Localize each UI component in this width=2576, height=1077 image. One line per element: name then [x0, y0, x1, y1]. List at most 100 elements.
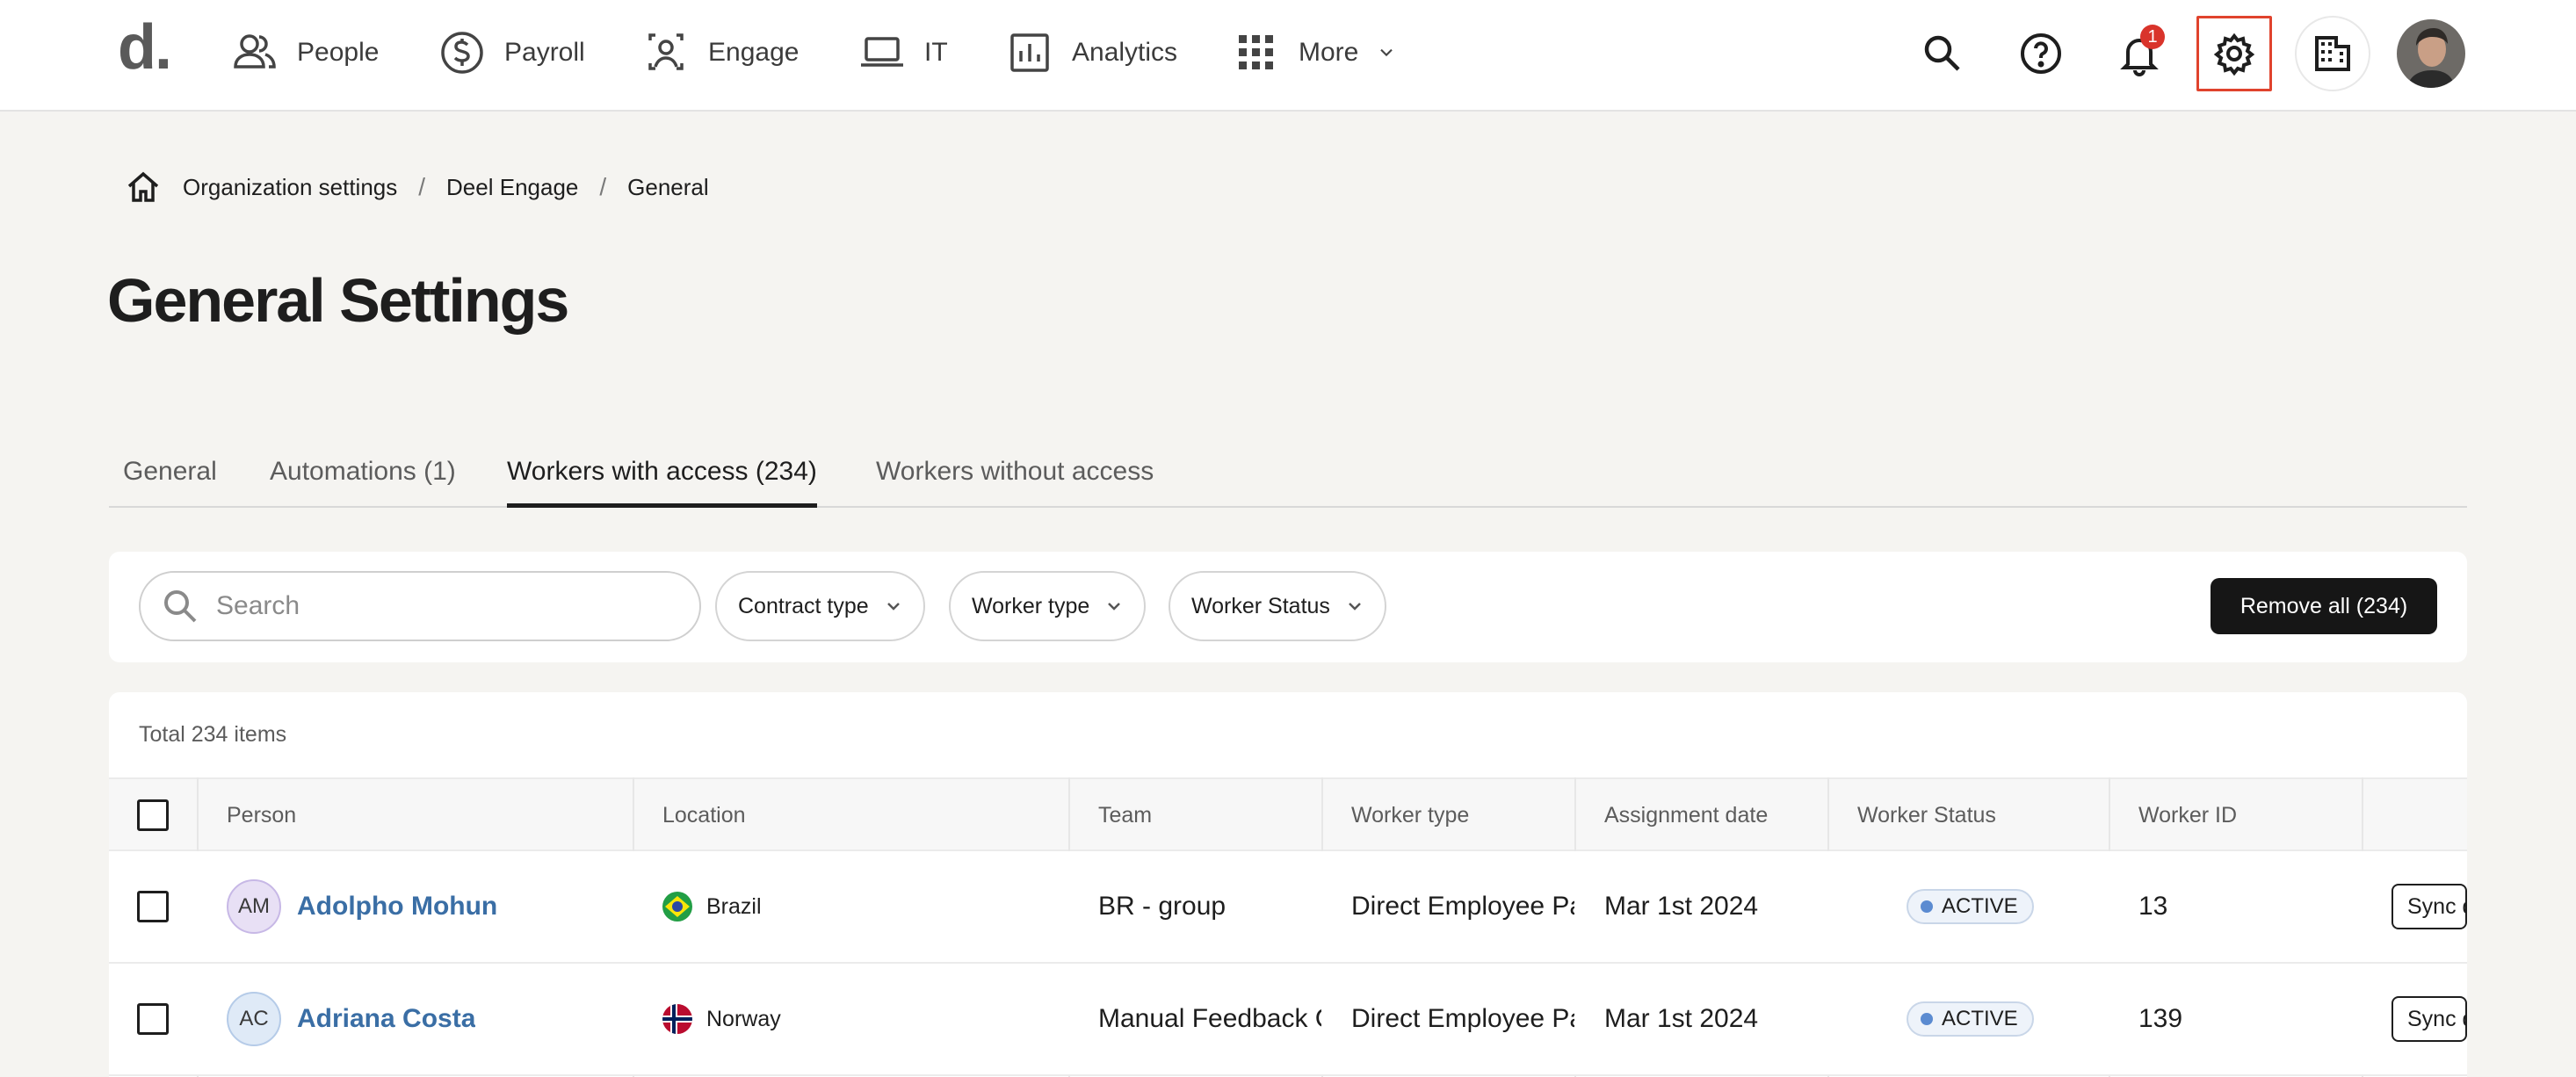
notifications-button[interactable]: 1 — [2102, 16, 2177, 91]
sync-button[interactable]: Sync data — [2391, 884, 2467, 929]
tab-automations[interactable]: Automations (1) — [270, 457, 456, 508]
laptop-icon — [861, 37, 903, 67]
tab-workers-with-access[interactable]: Workers with access (234) — [507, 457, 817, 508]
breadcrumb-item-organization-settings[interactable]: Organization settings — [183, 174, 397, 201]
row-checkbox[interactable] — [137, 1003, 169, 1035]
action-cell: Sync data — [2391, 964, 2467, 1074]
brazil-flag-icon — [662, 892, 692, 922]
breadcrumb-separator: / — [418, 173, 426, 200]
settings-button[interactable] — [2196, 16, 2272, 91]
status-text: ACTIVE — [1942, 1007, 2018, 1030]
settings-tabs: General Automations (1) Workers with acc… — [109, 445, 2467, 508]
team-cell: BR - group — [1098, 892, 1226, 921]
column-header-location[interactable]: Location — [662, 779, 746, 851]
filter-bar: Contract type Worker type Worker Status … — [109, 552, 2467, 662]
workers-table: Total 234 items Person Location Team Wor… — [109, 692, 2467, 1077]
search-input[interactable] — [216, 591, 673, 621]
worker-status-cell: ACTIVE — [1907, 851, 2034, 962]
breadcrumb-item-general: General — [627, 173, 709, 200]
person-name-link[interactable]: Adolpho Mohun — [297, 892, 497, 922]
people-icon — [234, 34, 276, 69]
worker-type-cell: Direct Employee Payroll — [1351, 1004, 1574, 1033]
contract-type-label: Contract type — [738, 593, 869, 618]
home-icon[interactable] — [125, 169, 162, 206]
breadcrumb-separator: / — [599, 173, 607, 200]
assignment-date-cell: Mar 1st 2024 — [1604, 1004, 1759, 1033]
person-cell: AC Adriana Costa — [227, 964, 475, 1074]
breadcrumb: Organization settings / Deel Engage / Ge… — [125, 169, 709, 206]
person-cell: AM Adolpho Mohun — [227, 851, 497, 962]
nav-label-analytics: Analytics — [1072, 38, 1178, 67]
user-photo — [2397, 19, 2465, 88]
status-dot — [1921, 1013, 1933, 1025]
nav-label-engage: Engage — [708, 38, 800, 67]
row-select-cell — [137, 851, 169, 962]
table-row[interactable]: AC Adriana Costa Norway Manual Feedback … — [109, 964, 2467, 1076]
engage-icon — [648, 33, 684, 70]
person-avatar: AC — [227, 992, 281, 1046]
assignment-date-cell: Mar 1st 2024 — [1604, 892, 1759, 921]
location-text: Norway — [706, 1006, 781, 1031]
nav-item-it[interactable]: IT — [857, 0, 948, 105]
person-name-link[interactable]: Adriana Costa — [297, 1004, 475, 1034]
deel-logo[interactable]: d. — [118, 16, 172, 79]
column-header-person[interactable]: Person — [227, 779, 296, 851]
grid-icon — [1239, 35, 1273, 69]
gear-icon — [2213, 33, 2255, 76]
top-navigation-bar: d. People Payroll Engage IT Analytics Mo… — [0, 0, 2576, 112]
worker-status-filter[interactable]: Worker Status — [1169, 571, 1386, 641]
row-select-cell — [137, 964, 169, 1074]
location-cell: Brazil — [662, 851, 762, 962]
status-badge: ACTIVE — [1907, 889, 2034, 924]
nav-label-it: IT — [924, 38, 948, 67]
nav-item-payroll[interactable]: Payroll — [438, 0, 585, 105]
table-row[interactable]: AM Adolpho Mohun Brazil BR - group Direc… — [109, 851, 2467, 964]
user-avatar[interactable] — [2397, 19, 2465, 88]
page-title: General Settings — [107, 266, 569, 335]
help-button[interactable] — [2003, 16, 2079, 91]
table-header: Person Location Team Worker type Assignm… — [109, 777, 2467, 851]
search-icon — [1924, 35, 1960, 71]
select-all-cell — [137, 779, 169, 851]
breadcrumb-item-deel-engage[interactable]: Deel Engage — [446, 174, 578, 201]
team-cell: Manual Feedback Cycle — [1098, 1004, 1321, 1033]
building-icon — [2315, 36, 2350, 71]
nav-label-more: More — [1299, 38, 1359, 67]
status-dot — [1921, 900, 1933, 913]
nav-label-people: People — [297, 38, 380, 67]
norway-flag-icon — [662, 1004, 692, 1034]
column-header-assignment-date[interactable]: Assignment date — [1604, 779, 1768, 851]
search-button[interactable] — [1905, 16, 1980, 91]
status-badge: ACTIVE — [1907, 1001, 2034, 1037]
chevron-down-icon — [1108, 603, 1121, 611]
help-icon — [2021, 33, 2061, 74]
sync-button[interactable]: Sync data — [2391, 996, 2467, 1042]
action-cell: Sync data — [2391, 851, 2467, 962]
chevron-down-icon — [886, 603, 900, 611]
location-cell: Norway — [662, 964, 781, 1074]
column-header-team[interactable]: Team — [1098, 779, 1152, 851]
tab-workers-without-access[interactable]: Workers without access — [876, 457, 1154, 508]
organization-button[interactable] — [2295, 16, 2370, 91]
worker-status-label: Worker Status — [1191, 593, 1330, 618]
search-icon — [164, 590, 197, 623]
worker-type-filter[interactable]: Worker type — [949, 571, 1147, 641]
worker-type-label: Worker type — [972, 593, 1090, 618]
select-all-checkbox[interactable] — [137, 799, 169, 831]
worker-id-cell: 139 — [2138, 1004, 2183, 1033]
total-items-count: Total 234 items — [139, 722, 287, 747]
tab-general[interactable]: General — [123, 457, 217, 508]
nav-item-people[interactable]: People — [230, 0, 379, 105]
contract-type-filter[interactable]: Contract type — [715, 571, 925, 641]
worker-status-cell: ACTIVE — [1907, 964, 2034, 1074]
nav-item-analytics[interactable]: Analytics — [1005, 0, 1177, 105]
row-checkbox[interactable] — [137, 891, 169, 922]
column-header-worker-type[interactable]: Worker type — [1351, 779, 1469, 851]
column-header-worker-id[interactable]: Worker ID — [2138, 779, 2237, 851]
remove-all-button[interactable]: Remove all (234) — [2211, 578, 2437, 634]
column-header-worker-status[interactable]: Worker Status — [1857, 779, 1996, 851]
person-avatar: AM — [227, 879, 281, 934]
nav-item-more[interactable]: More — [1232, 0, 1397, 105]
search-box[interactable] — [139, 571, 701, 641]
nav-item-engage[interactable]: Engage — [641, 0, 799, 105]
